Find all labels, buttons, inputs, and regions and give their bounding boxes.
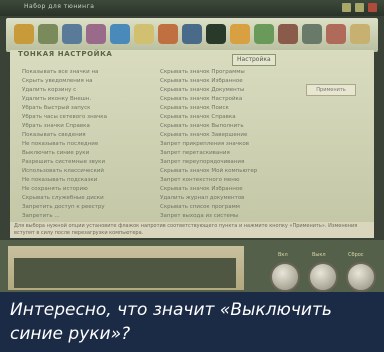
maximize-button[interactable] <box>355 3 364 12</box>
list-item[interactable]: Убрать часы сетевого значка <box>22 113 150 122</box>
list-item[interactable]: Скрывать значок Программы <box>160 68 292 77</box>
list-item[interactable]: Удалить иконку Внешн. <box>22 95 150 104</box>
toolbar-button[interactable] <box>350 24 370 44</box>
tab-settings[interactable]: Настройка <box>232 54 276 66</box>
toolbar-button[interactable] <box>254 24 274 44</box>
panel-heading: ТОНКАЯ НАСТРОЙКА <box>18 50 113 58</box>
list-item[interactable]: Убрать значки Справка <box>22 122 150 131</box>
toolbar-button[interactable] <box>206 24 226 44</box>
list-item[interactable]: Скрывать значок Справка <box>160 113 292 122</box>
list-item[interactable]: Не сохранять историю <box>22 185 150 194</box>
knob-dial[interactable] <box>346 262 376 292</box>
list-item[interactable]: Не показывать подсказки <box>22 176 150 185</box>
list-item[interactable]: Скрывать значок Мой компьютер <box>160 167 292 176</box>
list-item[interactable]: Запрет прикрепления значков <box>160 140 292 149</box>
knob-label: Сброс <box>348 252 364 258</box>
list-item[interactable]: Скрывать значок Поиск <box>160 104 292 113</box>
list-item[interactable]: Скрыть уведомления на <box>22 77 150 86</box>
list-item[interactable]: Запретить доступ к реестру <box>22 203 150 212</box>
toolbar-button[interactable] <box>326 24 346 44</box>
status-bar: Для выбора нужной опции установите флажо… <box>10 222 374 238</box>
toolbar-button[interactable] <box>62 24 82 44</box>
toolbar-button[interactable] <box>86 24 106 44</box>
window-title: Набор для тюнинга <box>24 3 95 10</box>
list-item[interactable]: Показывать все значки на <box>22 68 150 77</box>
list-item[interactable]: Скрывать значок Настройка <box>160 95 292 104</box>
knob-label: Вкл <box>278 252 288 258</box>
list-item[interactable]: Использовать классический <box>22 167 150 176</box>
list-item[interactable]: Скрывать значок Документы <box>160 86 292 95</box>
toolbar-button[interactable] <box>158 24 178 44</box>
minimize-button[interactable] <box>342 3 351 12</box>
toolbar-button[interactable] <box>14 24 34 44</box>
right-options-list: Скрывать значок Программы Скрывать значок… <box>160 68 292 230</box>
list-item[interactable]: Удалить корзину с <box>22 86 150 95</box>
preview-screen <box>14 258 236 288</box>
list-item[interactable]: Запрет перетаскивания <box>160 149 292 158</box>
caption-text: Интересно, что значит «Выключить синие р… <box>10 300 332 344</box>
list-item[interactable]: Удалить журнал документов <box>160 194 292 203</box>
list-item[interactable]: Запрет выхода из системы <box>160 212 292 221</box>
list-item[interactable]: Запрет контекстного меню <box>160 176 292 185</box>
apply-button[interactable]: Применить <box>306 84 356 96</box>
list-item[interactable]: Скрывать значок Избранное <box>160 77 292 86</box>
list-item[interactable]: Разрешить системные звуки <box>22 158 150 167</box>
list-item[interactable]: Скрывать значок Выполнить <box>160 122 292 131</box>
list-item[interactable]: Не показывать последние <box>22 140 150 149</box>
screenshot: Набор для тюнинга ТОНКАЯ НАСТРОЙКА Настр… <box>0 0 384 292</box>
list-item[interactable]: Скрывать значок Завершение <box>160 131 292 140</box>
toolbar-button[interactable] <box>230 24 250 44</box>
close-button[interactable] <box>368 3 377 12</box>
list-item[interactable]: Выключить синие руки <box>22 149 150 158</box>
list-item[interactable]: Скрывать значок Избранное <box>160 185 292 194</box>
left-options-list: Показывать все значки на Скрыть уведомлен… <box>22 68 150 230</box>
knob-dial[interactable] <box>270 262 300 292</box>
list-item[interactable]: Запрет переупорядочивания <box>160 158 292 167</box>
toolbar-button[interactable] <box>278 24 298 44</box>
list-item[interactable]: Скрывать служебные диски <box>22 194 150 203</box>
toolbar-button[interactable] <box>134 24 154 44</box>
toolbar-button[interactable] <box>110 24 130 44</box>
knob-label: Выкл <box>312 252 326 258</box>
list-item[interactable]: Скрывать список программ <box>160 203 292 212</box>
list-item[interactable]: Запретить ... <box>22 212 150 221</box>
toolbar-button[interactable] <box>302 24 322 44</box>
toolbar-button[interactable] <box>182 24 202 44</box>
list-item[interactable]: Убрать быстрый запуск <box>22 104 150 113</box>
toolbar-button[interactable] <box>38 24 58 44</box>
knob-dial[interactable] <box>308 262 338 292</box>
list-item[interactable]: Показывать сведения <box>22 131 150 140</box>
